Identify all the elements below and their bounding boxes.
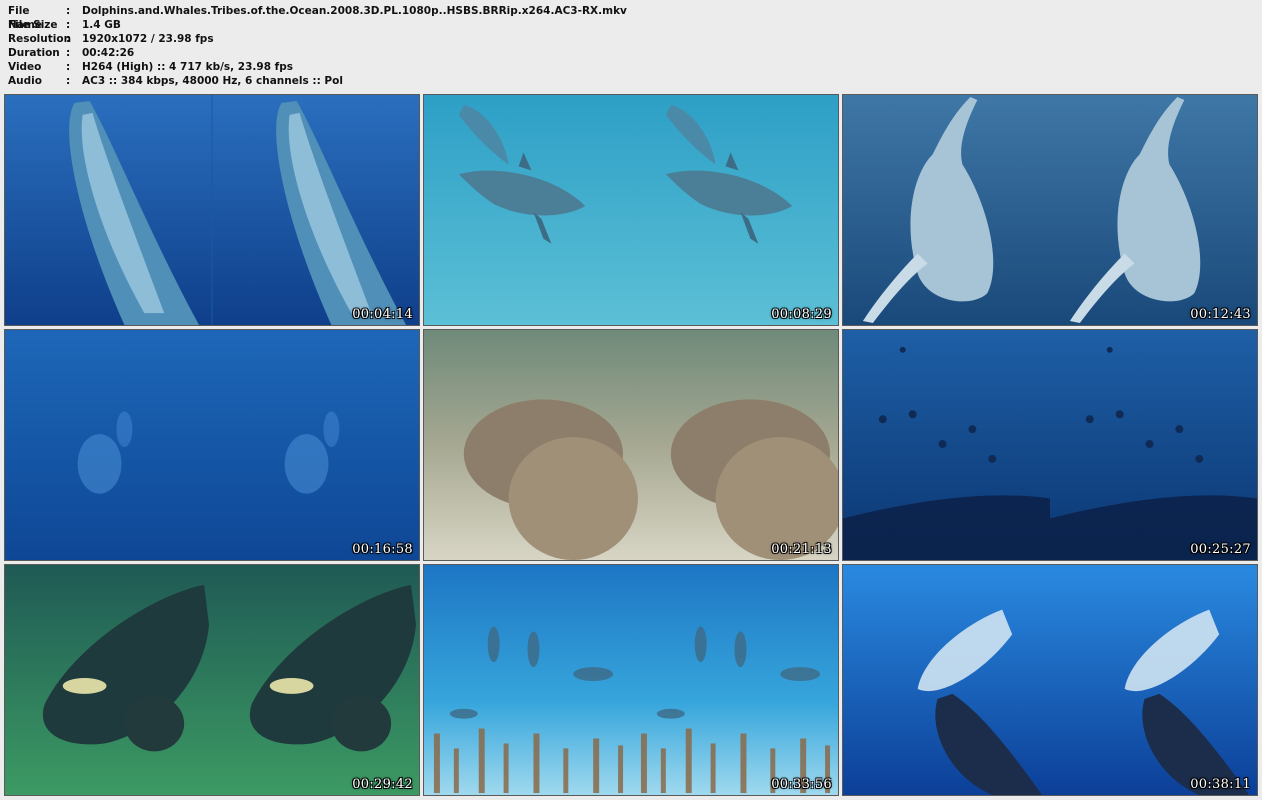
thumbnail-grid: 00:04:14 00:08:29 00:12:43 00:16:58 00:2… [4, 94, 1258, 796]
info-row-duration: Duration : 00:42:26 [8, 46, 627, 60]
timestamp-label: 00:25:27 [1190, 542, 1251, 557]
info-row-video: Video : H264 (High) :: 4 717 kb/s, 23.98… [8, 60, 627, 74]
thumbnail-frame[interactable]: 00:16:58 [4, 329, 420, 561]
frame-image [424, 95, 838, 325]
timestamp-label: 00:38:11 [1190, 777, 1251, 792]
thumbnail-frame[interactable]: 00:33:56 [423, 564, 839, 796]
timestamp-label: 00:04:14 [352, 307, 413, 322]
frame-image [843, 565, 1257, 795]
info-separator: : [66, 5, 71, 17]
timestamp-label: 00:08:29 [771, 307, 832, 322]
info-label: Video [8, 61, 42, 73]
info-row-file-name: File Name : Dolphins.and.Whales.Tribes.o… [8, 4, 627, 31]
info-row-audio: Audio : AC3 :: 384 kbps, 48000 Hz, 6 cha… [8, 74, 627, 88]
info-separator: : [66, 19, 71, 31]
info-label: Audio [8, 75, 42, 87]
timestamp-label: 00:29:42 [352, 777, 413, 792]
thumbnail-frame[interactable]: 00:38:11 [842, 564, 1258, 796]
info-value: AC3 :: 384 kbps, 48000 Hz, 6 channels ::… [82, 75, 343, 87]
info-separator: : [66, 47, 71, 59]
info-separator: : [66, 33, 71, 45]
info-value: 1920x1072 / 23.98 fps [82, 33, 214, 45]
timestamp-label: 00:16:58 [352, 542, 413, 557]
thumbnail-frame[interactable]: 00:21:13 [423, 329, 839, 561]
info-value: Dolphins.and.Whales.Tribes.of.the.Ocean.… [82, 5, 627, 17]
info-label: File Size [8, 19, 58, 31]
info-value: 00:42:26 [82, 47, 135, 59]
info-value: 1.4 GB [82, 19, 121, 31]
thumbnail-frame[interactable]: 00:04:14 [4, 94, 420, 326]
info-separator: : [66, 75, 71, 87]
thumbnail-frame[interactable]: 00:25:27 [842, 329, 1258, 561]
info-label: Resolution [8, 33, 72, 45]
frame-image [5, 330, 419, 560]
frame-image [424, 565, 838, 795]
timestamp-label: 00:12:43 [1190, 307, 1251, 322]
thumbnail-frame[interactable]: 00:29:42 [4, 564, 420, 796]
file-info-panel: File Name : Dolphins.and.Whales.Tribes.o… [8, 4, 627, 88]
frame-image [843, 95, 1257, 325]
thumbnail-frame[interactable]: 00:12:43 [842, 94, 1258, 326]
frame-image [843, 330, 1257, 560]
frame-image [424, 330, 838, 560]
info-separator: : [66, 61, 71, 73]
info-label: Duration [8, 47, 60, 59]
thumbnail-frame[interactable]: 00:08:29 [423, 94, 839, 326]
info-row-file-size: File Size : 1.4 GB [8, 18, 627, 32]
info-row-resolution: Resolution : 1920x1072 / 23.98 fps [8, 32, 627, 46]
frame-image [5, 95, 419, 325]
frame-image [5, 565, 419, 795]
info-value: H264 (High) :: 4 717 kb/s, 23.98 fps [82, 61, 294, 73]
info-label: File Name [8, 5, 42, 31]
timestamp-label: 00:21:13 [771, 542, 832, 557]
timestamp-label: 00:33:56 [771, 777, 832, 792]
